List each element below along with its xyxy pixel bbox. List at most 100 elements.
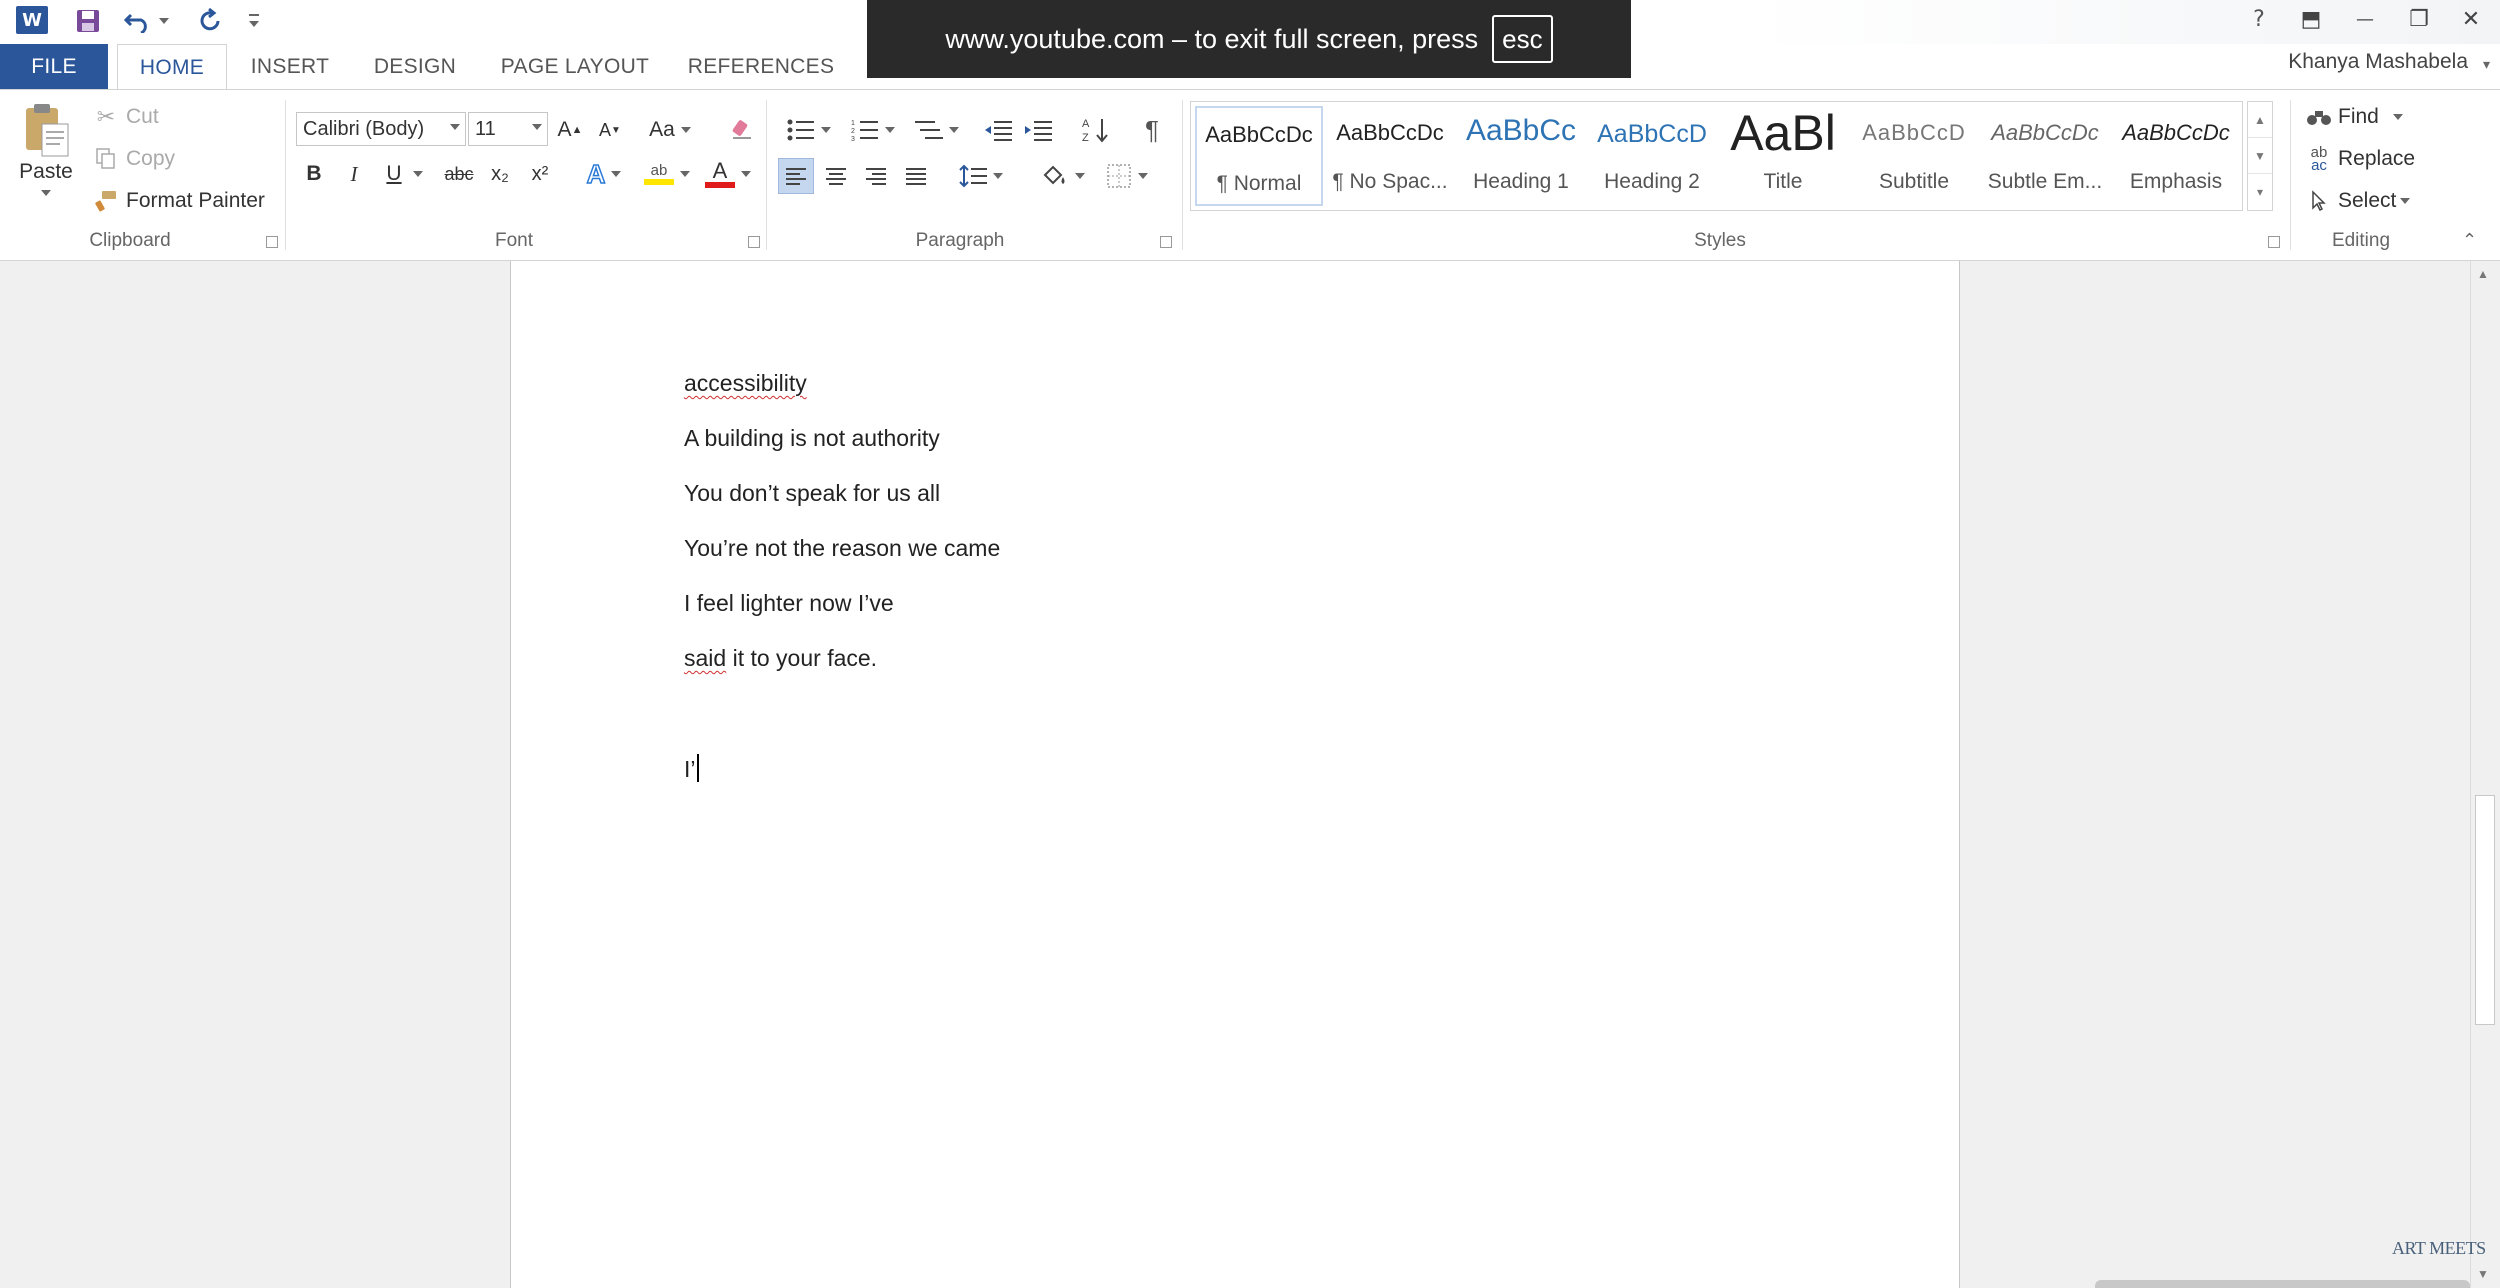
style-subtitle[interactable]: AaBbCcD Subtitle: [1850, 106, 1978, 206]
document-line[interactable]: I feel lighter now I’ve: [684, 590, 894, 617]
borders-icon: [1107, 164, 1131, 188]
style-name: Heading 1: [1473, 170, 1569, 193]
increase-indent-button[interactable]: [1020, 112, 1056, 148]
text-highlight-button[interactable]: ab: [636, 156, 698, 192]
misspelled-word[interactable]: said: [684, 645, 726, 671]
font-color-button[interactable]: A: [700, 156, 756, 192]
style-emphasis[interactable]: AaBbCcDc Emphasis: [2112, 106, 2240, 206]
show-formatting-marks-button[interactable]: ¶: [1134, 112, 1170, 148]
tab-page-layout[interactable]: PAGE LAYOUT: [494, 44, 656, 90]
tab-home[interactable]: HOME: [117, 44, 227, 91]
align-left-icon: [786, 168, 806, 185]
paragraph-dialog-launcher[interactable]: [1160, 236, 1172, 248]
restore-button[interactable]: ❐: [2396, 2, 2442, 36]
account-dropdown-icon[interactable]: ▾: [2483, 56, 2490, 73]
style-preview: AaBl: [1730, 105, 1836, 161]
watermark-logo: ART MEETS: [2392, 1238, 2486, 1258]
superscript-button[interactable]: x²: [522, 156, 558, 192]
font-size-combo[interactable]: 11: [468, 112, 548, 146]
gallery-scroll-down-icon[interactable]: ▼: [2248, 138, 2272, 174]
minimize-button[interactable]: —: [2342, 2, 2388, 36]
shading-button[interactable]: [1034, 158, 1092, 194]
copy-button[interactable]: Copy: [92, 144, 175, 174]
style-subtle-emphasis[interactable]: AaBbCcDc Subtle Em...: [1981, 106, 2109, 206]
style-heading-2[interactable]: AaBbCcD Heading 2: [1588, 106, 1716, 206]
font-name-combo[interactable]: Calibri (Body): [296, 112, 466, 146]
document-line-current[interactable]: I’: [684, 754, 699, 783]
close-button[interactable]: ✕: [2448, 2, 2494, 36]
find-dropdown-icon: [2392, 114, 2403, 120]
scroll-down-icon[interactable]: ▼: [2477, 1267, 2489, 1281]
text-effects-button[interactable]: A: [576, 156, 632, 192]
multilevel-list-button[interactable]: [908, 112, 966, 148]
replace-icon: ab ac: [2310, 144, 2328, 174]
style-no-spacing[interactable]: AaBbCcDc ¶ No Spac...: [1326, 106, 1454, 206]
vertical-scrollbar[interactable]: ▲ ▼: [2470, 261, 2500, 1288]
font-dialog-launcher[interactable]: [748, 236, 760, 248]
copy-label: Copy: [126, 147, 176, 170]
redo-button[interactable]: [190, 4, 230, 38]
cut-button[interactable]: ✂ Cut: [92, 102, 159, 132]
underline-dropdown-icon[interactable]: [408, 156, 428, 192]
borders-button[interactable]: [1098, 158, 1156, 194]
subscript-button[interactable]: x₂: [482, 156, 518, 192]
style-preview: AaBbCcDc: [2122, 120, 2230, 145]
tab-design[interactable]: DESIGN: [362, 44, 468, 90]
line-spacing-button[interactable]: [952, 158, 1010, 194]
replace-button[interactable]: ab ac Replace: [2304, 144, 2415, 174]
style-heading-1[interactable]: AaBbCc Heading 1: [1457, 106, 1585, 206]
font-name-dropdown-icon[interactable]: [450, 124, 460, 130]
tab-file[interactable]: FILE: [0, 44, 108, 90]
word-app-icon[interactable]: W: [16, 6, 48, 34]
format-painter-button[interactable]: Format Painter: [92, 186, 265, 216]
bold-button[interactable]: B: [296, 156, 332, 192]
clear-formatting-button[interactable]: [724, 112, 760, 148]
document-line[interactable]: You’re not the reason we came: [684, 535, 1000, 562]
numbering-button[interactable]: 123: [844, 112, 902, 148]
tab-references[interactable]: REFERENCES: [688, 44, 834, 90]
document-line[interactable]: A building is not authority: [684, 425, 940, 452]
find-button[interactable]: Find: [2304, 102, 2403, 132]
underline-button[interactable]: U: [376, 156, 412, 192]
document-line[interactable]: accessibility: [684, 370, 807, 397]
select-button[interactable]: Select: [2304, 186, 2411, 216]
decrease-indent-button[interactable]: [980, 112, 1016, 148]
misspelled-word[interactable]: accessibility: [684, 370, 807, 396]
gallery-more-icon[interactable]: ▾: [2248, 174, 2272, 210]
align-right-icon: [866, 168, 886, 185]
justify-button[interactable]: [898, 158, 934, 194]
decrease-indent-icon: [985, 121, 1012, 141]
help-icon[interactable]: ?: [2236, 2, 2282, 36]
bullets-button[interactable]: [780, 112, 838, 148]
font-size-dropdown-icon[interactable]: [532, 124, 542, 130]
align-left-button[interactable]: [778, 158, 814, 194]
scrollbar-thumb[interactable]: [2475, 795, 2495, 1025]
document-page[interactable]: accessibility A building is not authorit…: [510, 261, 1960, 1288]
ribbon-display-options-icon[interactable]: ⬒: [2288, 2, 2334, 36]
italic-button[interactable]: I: [336, 156, 372, 192]
style-title[interactable]: AaBl Title: [1719, 105, 1847, 206]
undo-button[interactable]: [118, 4, 174, 38]
styles-dialog-launcher[interactable]: [2268, 236, 2280, 248]
clipboard-dialog-launcher[interactable]: [266, 236, 278, 248]
collapse-ribbon-icon[interactable]: ⌃: [2462, 230, 2477, 251]
tab-insert[interactable]: INSERT: [240, 44, 340, 90]
group-divider: [285, 100, 286, 250]
scroll-up-icon[interactable]: ▲: [2477, 267, 2489, 281]
document-line[interactable]: You don’t speak for us all: [684, 480, 940, 507]
paste-button[interactable]: Paste: [16, 100, 76, 220]
style-normal[interactable]: AaBbCcDc ¶ Normal: [1195, 106, 1323, 206]
align-right-button[interactable]: [858, 158, 894, 194]
change-case-button[interactable]: Aa: [642, 112, 698, 148]
sort-button[interactable]: AZ: [1078, 112, 1114, 148]
scissors-icon: ✂: [96, 104, 116, 129]
gallery-scroll-up-icon[interactable]: ▲: [2248, 102, 2272, 138]
shrink-font-button[interactable]: A ▼: [592, 112, 628, 148]
save-icon[interactable]: [68, 4, 108, 38]
account-name[interactable]: Khanya Mashabela: [2288, 50, 2468, 74]
align-center-button[interactable]: [818, 158, 854, 194]
customize-qat-icon[interactable]: [242, 4, 266, 38]
strikethrough-button[interactable]: abc: [438, 156, 480, 192]
grow-font-button[interactable]: A ▲: [552, 112, 588, 148]
document-line[interactable]: said it to your face.: [684, 645, 877, 672]
